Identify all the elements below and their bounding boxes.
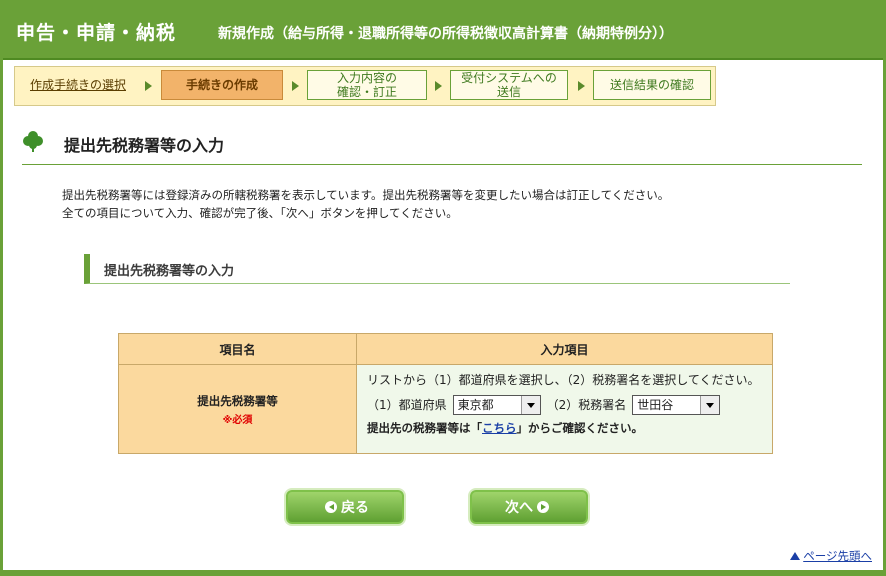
step-select-procedure-link[interactable]: 作成手続きの選択 bbox=[19, 70, 137, 100]
select-row: （1）都道府県 東京都 （2）税務署名 世田谷 bbox=[367, 395, 762, 415]
prefecture-select[interactable]: 東京都 bbox=[452, 395, 541, 415]
column-header-input: 入力項目 bbox=[356, 333, 773, 365]
up-arrow-icon bbox=[790, 552, 801, 560]
section-header: 提出先税務署等の入力 bbox=[22, 130, 862, 165]
step-arrow-icon bbox=[145, 81, 152, 91]
back-button-label: 戻る bbox=[341, 500, 369, 516]
prefecture-label: （1）都道府県 bbox=[367, 398, 447, 412]
section-title: 提出先税務署等の入力 bbox=[64, 136, 225, 155]
instruction-text: リストから（1）都道府県を選択し、（2）税務署名を選択してください。 bbox=[367, 373, 760, 387]
here-link[interactable]: こちら bbox=[482, 421, 517, 435]
column-header-item: 項目名 bbox=[118, 333, 357, 365]
prefecture-value: 東京都 bbox=[457, 398, 494, 412]
left-frame bbox=[0, 58, 3, 570]
note-prefix: 提出先の税務署等は「 bbox=[367, 421, 482, 435]
footer-bar bbox=[0, 570, 886, 576]
chevron-down-icon[interactable] bbox=[700, 396, 720, 414]
step-send: 受付システムへの 送信 bbox=[450, 70, 568, 100]
step-create-current: 手続きの作成 bbox=[161, 70, 283, 100]
tax-office-select[interactable]: 世田谷 bbox=[632, 395, 721, 415]
confirm-note: 提出先の税務署等は「こちら」からご確認ください。 bbox=[367, 419, 762, 437]
note-suffix: 」からご確認ください。 bbox=[516, 421, 644, 435]
step-result: 送信結果の確認 bbox=[593, 70, 711, 100]
row-label-cell: 提出先税務署等 ※必須 bbox=[118, 364, 357, 454]
next-arrow-icon bbox=[537, 501, 549, 513]
subsection-header: 提出先税務署等の入力 bbox=[84, 254, 790, 284]
back-arrow-icon bbox=[325, 501, 337, 513]
step-arrow-icon bbox=[292, 81, 299, 91]
description: 提出先税務署等には登録済みの所轄税務署を表示しています。提出先税務署等を変更した… bbox=[62, 186, 669, 222]
step-arrow-icon bbox=[435, 81, 442, 91]
input-table: 項目名 入力項目 提出先税務署等 ※必須 リストから（1）都道府県を選択し、（2… bbox=[118, 333, 773, 454]
page-top-link[interactable]: ページ先頭へ bbox=[790, 548, 872, 564]
row-label: 提出先税務署等 bbox=[197, 393, 278, 408]
page-top-label: ページ先頭へ bbox=[803, 549, 872, 563]
app-header: 申告・申請・納税 新規作成（給与所得・退職所得等の所得税徴収高計算書（納期特例分… bbox=[0, 0, 886, 60]
step-navigation: 作成手続きの選択 手続きの作成 入力内容の 確認・訂正 受付システムへの 送信 … bbox=[14, 66, 716, 106]
form-title: 新規作成（給与所得・退職所得等の所得税徴収高計算書（納期特例分）） bbox=[218, 26, 673, 42]
next-button-label: 次へ bbox=[505, 500, 533, 516]
clover-icon bbox=[23, 131, 43, 152]
back-button[interactable]: 戻る bbox=[286, 490, 404, 524]
required-mark: ※必須 bbox=[222, 414, 253, 426]
description-line-1: 提出先税務署等には登録済みの所轄税務署を表示しています。提出先税務署等を変更した… bbox=[62, 188, 670, 202]
description-line-2: 全ての項目について入力、確認が完了後、「次へ」ボタンを押してください。 bbox=[62, 206, 458, 220]
chevron-down-icon[interactable] bbox=[520, 396, 540, 414]
app-title: 申告・申請・納税 bbox=[16, 22, 177, 44]
table-row: 提出先税務署等 ※必須 リストから（1）都道府県を選択し、（2）税務署名を選択し… bbox=[118, 364, 773, 454]
tax-office-value: 世田谷 bbox=[637, 398, 674, 412]
office-label: （2）税務署名 bbox=[546, 398, 627, 412]
step-arrow-icon bbox=[578, 81, 585, 91]
subsection-title: 提出先税務署等の入力 bbox=[104, 264, 235, 279]
row-input-cell: リストから（1）都道府県を選択し、（2）税務署名を選択してください。 （1）都道… bbox=[356, 364, 773, 454]
next-button[interactable]: 次へ bbox=[470, 490, 588, 524]
step-confirm: 入力内容の 確認・訂正 bbox=[307, 70, 427, 100]
